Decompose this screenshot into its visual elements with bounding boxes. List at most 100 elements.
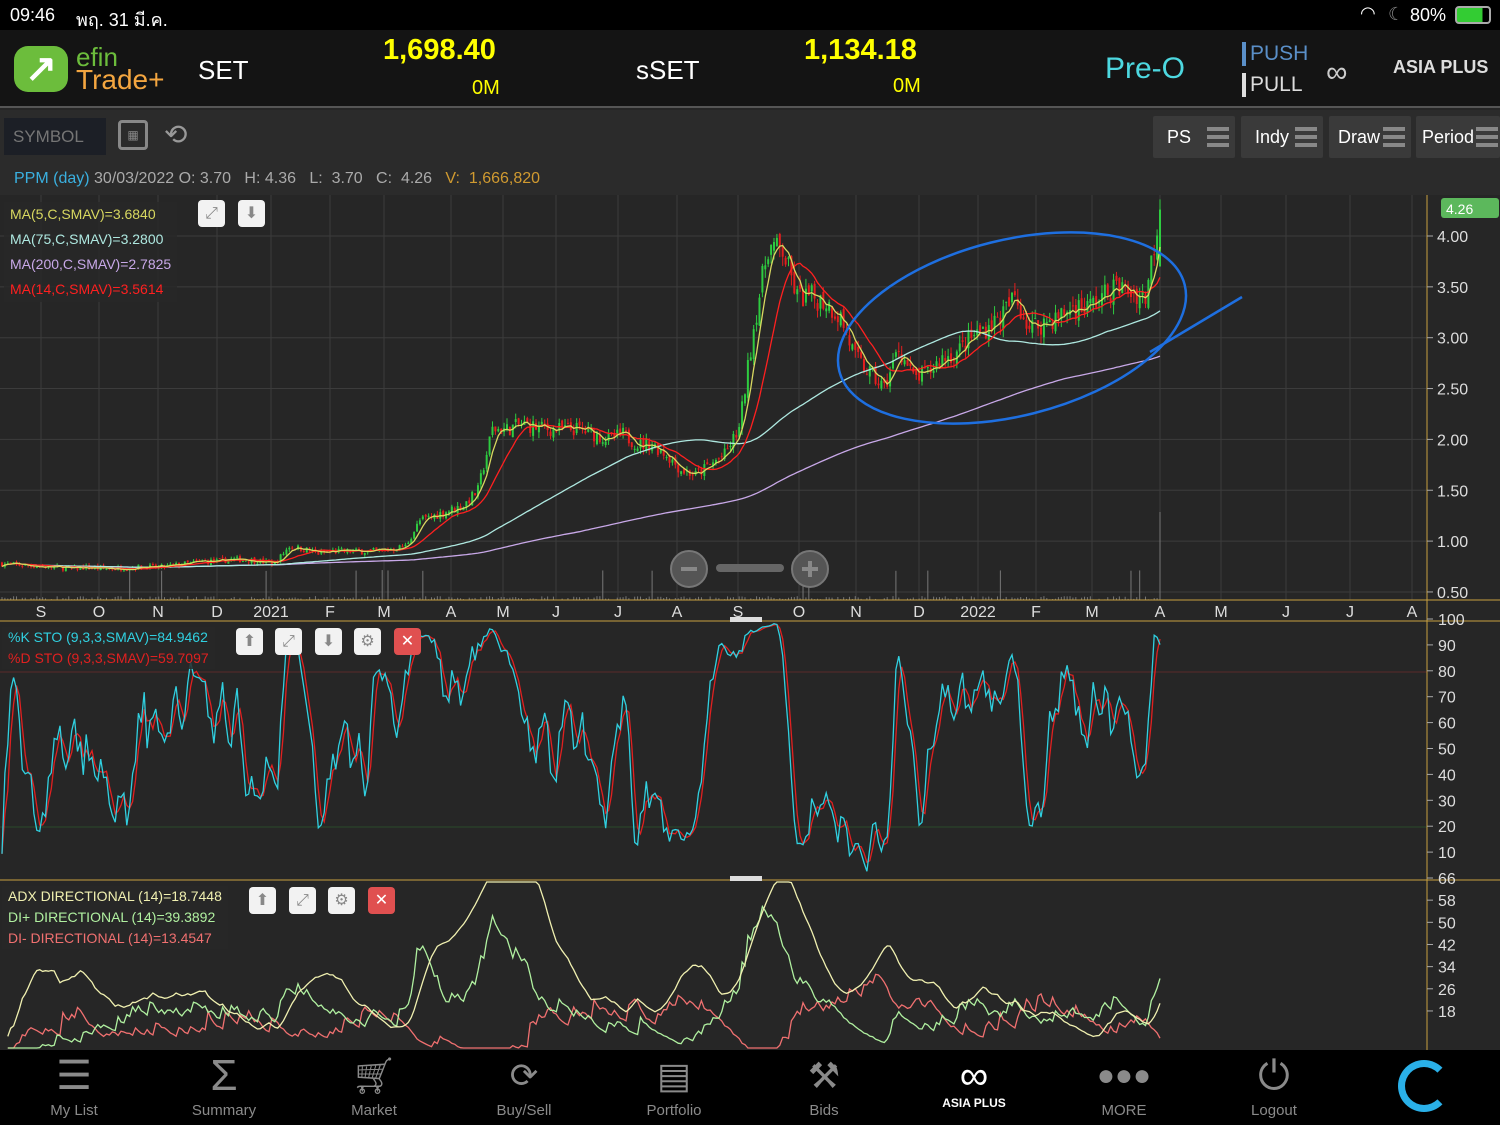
move-up-icon[interactable]: ⬆ (249, 887, 276, 914)
candle (836, 316, 839, 323)
candle (735, 434, 738, 438)
candle (1025, 319, 1028, 329)
candle (880, 380, 883, 389)
app-swirl-icon[interactable] (1398, 1060, 1450, 1112)
volume-bar (1066, 596, 1068, 600)
settings-gear-icon[interactable]: ⚙ (354, 628, 381, 655)
expand-icon[interactable]: ⤢ (289, 887, 316, 914)
candle (1048, 320, 1051, 323)
nav-label: Summary (191, 1102, 257, 1119)
legend-di-plus: DI+ DIRECTIONAL (14)=39.3892 (8, 909, 216, 925)
candle (413, 532, 416, 539)
x-tick-label: M (1214, 604, 1227, 621)
candle (302, 550, 305, 552)
volume-bar (79, 596, 81, 600)
volume-bar (82, 596, 84, 600)
gavel-icon: ⚒ (807, 1055, 841, 1096)
candle (1005, 301, 1008, 303)
nav-summary[interactable]: Σ Summary (164, 1050, 284, 1125)
move-down-icon[interactable]: ⬇ (315, 628, 342, 655)
nav-label: Logout (1251, 1102, 1297, 1119)
candle (787, 257, 790, 260)
panel-resize-handle (730, 876, 762, 881)
legend-sto-d: %D STO (9,3,3,SMAV)=59.7097 (8, 650, 209, 666)
candle (726, 448, 729, 450)
candle (578, 421, 581, 426)
volume-bar (387, 570, 389, 600)
candle (857, 346, 860, 353)
nav-portfolio[interactable]: ▤ Portfolio (614, 1050, 734, 1125)
candle (752, 329, 755, 360)
candle (1095, 296, 1098, 308)
candle (909, 363, 912, 367)
volume-bar (1159, 512, 1161, 600)
candle (401, 546, 404, 548)
candle (706, 462, 709, 465)
candle (285, 549, 288, 555)
adx-tick-label: 26 (1438, 982, 1456, 999)
sto-tick-label: 40 (1438, 767, 1456, 784)
move-up-icon[interactable]: ⬆ (236, 628, 263, 655)
candle (424, 514, 427, 517)
more-dots-icon: ●●● (1096, 1059, 1152, 1092)
volume-bar (921, 596, 923, 600)
price-chart[interactable]: 4.00 3.50 3.00 2.50 2.00 1.50 1.00 0.50 S O N D 2021… (0, 0, 1500, 1125)
nav-market[interactable]: 🛒︎ Market (314, 1050, 434, 1125)
move-down-icon[interactable]: ⬇ (238, 200, 265, 227)
volume-bar (372, 596, 374, 600)
candle (1071, 305, 1074, 307)
nav-my-list[interactable]: ☰ My List (14, 1050, 134, 1125)
expand-icon[interactable]: ⤢ (275, 628, 302, 655)
x-tick-label: M (496, 604, 509, 621)
volume-bar (204, 596, 206, 600)
candle (639, 439, 642, 449)
sto-tick-label: 100 (1438, 612, 1465, 629)
candle (944, 358, 947, 361)
expand-icon[interactable]: ⤢ (198, 200, 225, 227)
candle (981, 327, 984, 329)
candle (952, 360, 955, 362)
candle (1022, 317, 1025, 320)
minus-icon (681, 567, 697, 571)
candle (659, 450, 662, 453)
candle (404, 544, 407, 547)
nav-more[interactable]: ●●● MORE (1064, 1050, 1184, 1125)
y-tick-label: 4.00 (1437, 229, 1468, 246)
volume-bar (439, 596, 441, 600)
volume-bar (268, 596, 270, 600)
volume-bar (625, 596, 627, 600)
candle (1010, 292, 1013, 303)
candle (717, 458, 720, 460)
nav-bids[interactable]: ⚒ Bids (764, 1050, 884, 1125)
candle (862, 359, 865, 372)
legend-ma14: MA(14,C,SMAV)=3.5614 (10, 281, 164, 297)
nav-asia-plus[interactable]: ∞ ASIA PLUS (914, 1050, 1034, 1125)
nav-logout[interactable]: ⏻ Logout (1214, 1050, 1334, 1125)
candle (764, 265, 767, 270)
x-tick-label: D (913, 604, 925, 621)
x-tick-label: M (1085, 604, 1098, 621)
candle (950, 353, 953, 363)
volume-bar (599, 596, 601, 600)
close-icon[interactable]: ✕ (368, 887, 395, 914)
legend-adx: ADX DIRECTIONAL (14)=18.7448 (8, 888, 222, 904)
nav-buy-sell[interactable]: ⟳ Buy/Sell (464, 1050, 584, 1125)
volume-bar (982, 596, 984, 600)
candle (677, 464, 680, 473)
bottom-nav: ☰ My List Σ Summary 🛒︎ Market ⟳ Buy/Sell ▤ Po… (0, 1050, 1500, 1125)
candle (21, 565, 24, 567)
candle (874, 366, 877, 384)
candle (517, 418, 520, 425)
candle (465, 501, 468, 507)
x-tick-label: A (446, 604, 457, 621)
settings-gear-icon[interactable]: ⚙ (328, 887, 355, 914)
close-icon[interactable]: ✕ (394, 628, 421, 655)
volume-bar (161, 570, 163, 600)
x-tick-label: A (1407, 604, 1418, 621)
candle (932, 370, 935, 373)
candle (691, 474, 694, 476)
volume-bar (756, 596, 758, 600)
candle (848, 335, 851, 346)
volume-bar (796, 596, 798, 600)
candle (1092, 297, 1095, 304)
